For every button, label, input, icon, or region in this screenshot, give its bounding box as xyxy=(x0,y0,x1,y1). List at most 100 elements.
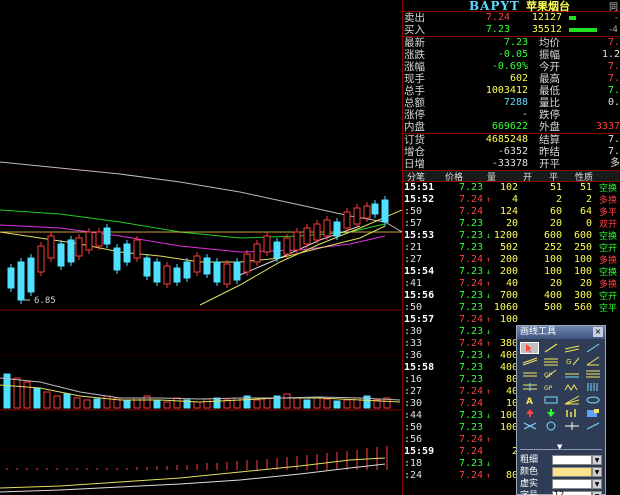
tool-parallel-icon[interactable] xyxy=(520,355,539,367)
tool-segment-icon[interactable] xyxy=(541,342,560,354)
tick-price: 7.24 xyxy=(459,386,484,397)
volume-bar xyxy=(253,399,261,409)
ticks-column-header[interactable]: 分笔 xyxy=(407,170,425,183)
candle-body xyxy=(253,243,261,263)
tool-vline-icon[interactable]: GP xyxy=(541,368,560,380)
tick-row[interactable]: 15:53 7.23 ↓ 1200 600 600 空换 xyxy=(403,230,620,242)
tool-wave-icon[interactable] xyxy=(562,381,581,393)
tool-ellipse-icon[interactable] xyxy=(583,394,602,406)
ticks-column-header[interactable]: 价格 xyxy=(445,170,463,183)
tool-field[interactable]: 虚实 ▼ xyxy=(520,478,604,490)
candle-body xyxy=(273,241,281,259)
tool-text-icon[interactable] xyxy=(520,381,539,393)
ticks-column-header[interactable]: 性质 xyxy=(575,170,593,183)
tool-cross-icon[interactable] xyxy=(520,420,539,432)
tool-rect-icon[interactable] xyxy=(541,394,560,406)
tick-time: 15:53 xyxy=(404,230,435,241)
svg-text:A: A xyxy=(526,397,533,405)
ticks-column-header[interactable]: 平 xyxy=(549,170,558,183)
tick-row[interactable]: :57 7.23 20 20 0 双开 xyxy=(403,218,620,230)
tick-time: 15:56 xyxy=(404,290,435,301)
tool-cursor-icon[interactable] xyxy=(520,342,539,354)
tool-ray-icon[interactable] xyxy=(562,342,581,354)
tool-hline-icon[interactable] xyxy=(520,368,539,380)
svg-text:GP: GP xyxy=(544,385,553,392)
tool-gap-icon[interactable]: GP xyxy=(541,381,560,393)
tick-price: 7.23 xyxy=(459,374,484,385)
drawing-tools-palette[interactable]: 画线工具 × GGPGPA ▼ 粗细▼颜色▼虚实▼字号12▼ xyxy=(516,325,606,495)
volume-bar xyxy=(213,397,221,409)
tool-field[interactable]: 粗细 ▼ xyxy=(520,454,604,466)
tick-row[interactable]: :27 7.24 ↑ 200 100 100 多换 xyxy=(403,254,620,266)
tick-row[interactable]: :50 7.24 124 60 64 多平 xyxy=(403,206,620,218)
tool-arrow-up-icon[interactable] xyxy=(520,407,539,419)
tool-circle-icon[interactable] xyxy=(541,420,560,432)
tool-field[interactable]: 颜色 ▼ xyxy=(520,466,604,478)
tick-price: 7.24 xyxy=(459,278,484,289)
stat-value: 1.2 xyxy=(601,49,620,60)
tick-row[interactable]: 15:56 7.23 ↓ 700 400 300 空开 xyxy=(403,290,620,302)
order-extra: -4 xyxy=(609,25,618,35)
kline-chart-area[interactable]: 6.85 xyxy=(0,0,402,495)
volume-bar xyxy=(193,401,201,409)
tool-line-icon[interactable] xyxy=(583,342,602,354)
candle-body xyxy=(183,261,191,279)
candle-body xyxy=(203,257,211,275)
tick-nature: 空开 xyxy=(598,243,617,253)
candle-body xyxy=(193,255,201,273)
stat-value: 3337 xyxy=(595,121,620,132)
stat-value: - xyxy=(521,109,528,120)
candle-body xyxy=(233,261,241,281)
position-stats: 订货 4685248 结算 7. 增仓 -6352 昨结 7. 日增 -33378 开平 多 xyxy=(403,134,620,170)
tick-price: 7.24 xyxy=(459,194,484,205)
tool-field[interactable]: 字号 12 ▼ xyxy=(520,490,604,495)
tool-field-input[interactable] xyxy=(552,479,592,489)
chevron-down-icon[interactable]: ▼ xyxy=(592,467,602,477)
tick-row[interactable]: 15:51 7.23 102 51 51 空换 xyxy=(403,182,620,194)
tool-fib-icon[interactable]: G xyxy=(562,355,581,367)
tool-bars-icon[interactable] xyxy=(562,407,581,419)
tool-fan-icon[interactable] xyxy=(562,394,581,406)
order-label: 卖出 xyxy=(404,12,425,24)
tick-row[interactable]: 15:52 7.24 ↑ 4 2 2 多换 xyxy=(403,194,620,206)
volume-bar xyxy=(13,377,21,409)
tool-vstack-icon[interactable] xyxy=(583,381,602,393)
tool-price-icon[interactable] xyxy=(562,368,581,380)
order-row: 卖出 7.24 12127 - xyxy=(403,12,620,24)
chevron-down-icon[interactable]: ▼ xyxy=(592,455,602,465)
tool-palette-icon[interactable] xyxy=(583,407,602,419)
stat-label: 最低 xyxy=(539,85,560,97)
tool-angle-icon[interactable] xyxy=(583,355,602,367)
tick-time: 15:54 xyxy=(404,266,435,277)
chevron-down-icon[interactable]: ▼ xyxy=(592,479,602,489)
tick-price: 7.23 xyxy=(459,362,484,373)
tick-time: 15:57 xyxy=(404,314,435,325)
tool-arrow-down-icon[interactable] xyxy=(541,407,560,419)
kline-chart[interactable] xyxy=(0,0,402,495)
tool-cycle-icon[interactable] xyxy=(562,420,581,432)
tool-eraser-icon[interactable] xyxy=(583,420,602,432)
close-icon[interactable]: × xyxy=(593,327,603,337)
ticks-column-header[interactable]: 开 xyxy=(523,170,532,183)
tick-price: 7.24 xyxy=(459,314,484,325)
tool-field-input[interactable] xyxy=(552,455,592,465)
tick-price: 7.24 xyxy=(459,206,484,217)
tool-hstack-icon[interactable] xyxy=(583,368,602,380)
chevron-down-icon[interactable]: ▼ xyxy=(592,491,602,495)
stat-row: 内盘 669622 外盘 3337 xyxy=(403,121,620,133)
ticks-column-header[interactable]: 量 xyxy=(487,170,496,183)
tick-row[interactable]: :21 7.23 502 252 250 空开 xyxy=(403,242,620,254)
tick-row[interactable]: :41 7.24 ↑ 40 20 20 多换 xyxy=(403,278,620,290)
tick-nature: 空换 xyxy=(598,183,617,193)
tick-direction-icon: ↓ xyxy=(486,459,491,468)
tick-row[interactable]: :50 7.23 1060 500 560 空平 xyxy=(403,302,620,314)
tick-time: 15:51 xyxy=(404,182,435,193)
drawing-tools-title-bar[interactable]: 画线工具 × xyxy=(517,326,605,339)
volume-bar xyxy=(73,397,81,409)
stat-value: 7.23 xyxy=(503,37,528,48)
tick-open: 600 xyxy=(543,230,562,241)
tool-text-a-icon[interactable]: A xyxy=(520,394,539,406)
tool-field-input[interactable] xyxy=(552,467,592,477)
tick-row[interactable]: 15:54 7.23 ↓ 200 100 100 空换 xyxy=(403,266,620,278)
tool-channel-icon[interactable] xyxy=(541,355,560,367)
